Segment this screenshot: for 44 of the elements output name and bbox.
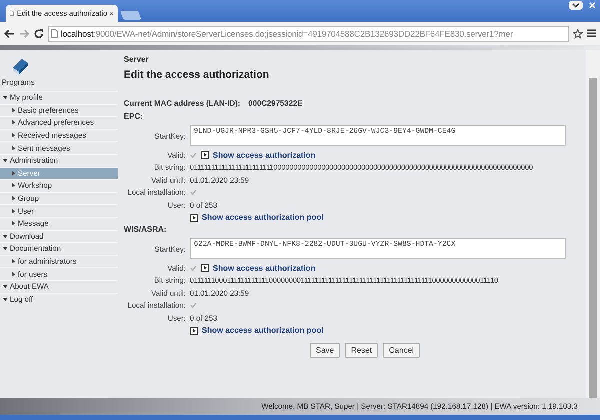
form-button[interactable]: Reset [345, 343, 378, 358]
page-heading: Edit the access authorization [124, 69, 270, 81]
triangle-down-icon [3, 234, 8, 239]
star-icon[interactable] [573, 28, 583, 38]
close-icon[interactable] [110, 10, 114, 16]
menu-icon[interactable] [587, 29, 596, 38]
play-box-icon [201, 151, 209, 160]
link[interactable]: Show access authorization [213, 150, 316, 160]
play-box-icon [201, 264, 209, 272]
link[interactable]: Show access authorization pool [202, 326, 324, 336]
document-icon [51, 29, 58, 38]
triangle-right-icon [11, 108, 16, 113]
triangle-right-icon [11, 221, 16, 226]
back-icon[interactable] [4, 28, 15, 38]
scrollbar[interactable] [586, 50, 600, 398]
form-button[interactable]: Save [310, 343, 340, 358]
triangle-down-icon [3, 246, 8, 252]
triangle-right-icon [11, 183, 16, 188]
triangle-right-icon [11, 259, 16, 264]
document-icon [10, 9, 14, 18]
section-title: EPC: [124, 112, 144, 121]
section-title: WIS/ASRA: [124, 225, 168, 234]
play-box-icon [190, 326, 198, 335]
breadcrumb: Server [124, 55, 150, 64]
triangle-down-icon [3, 158, 8, 164]
triangle-down-icon [3, 284, 8, 290]
play-box-icon [190, 214, 198, 222]
triangle-down-icon [3, 95, 8, 100]
triangle-right-icon [11, 170, 16, 176]
triangle-right-icon [11, 146, 16, 151]
chevron-down-icon[interactable] [569, 0, 583, 10]
triangle-down-icon [3, 296, 8, 302]
triangle-right-icon [11, 196, 16, 202]
triangle-right-icon [11, 272, 16, 277]
new-tab-button[interactable] [120, 11, 142, 20]
triangle-right-icon [11, 208, 16, 214]
reload-icon[interactable] [34, 28, 44, 38]
link[interactable]: Show access authorization [213, 264, 316, 273]
link[interactable]: Show access authorization pool [202, 213, 324, 222]
address-bar[interactable]: localhost:9000/EWA-net/Admin/storeServerLicenses.do;jsessionid=4919704588C2B132693DD22BF64FE830.server1?mer [48, 26, 569, 42]
triangle-right-icon [11, 120, 16, 126]
form-button[interactable]: Cancel [383, 343, 420, 358]
triangle-right-icon [11, 133, 16, 138]
book-icon [10, 56, 30, 75]
